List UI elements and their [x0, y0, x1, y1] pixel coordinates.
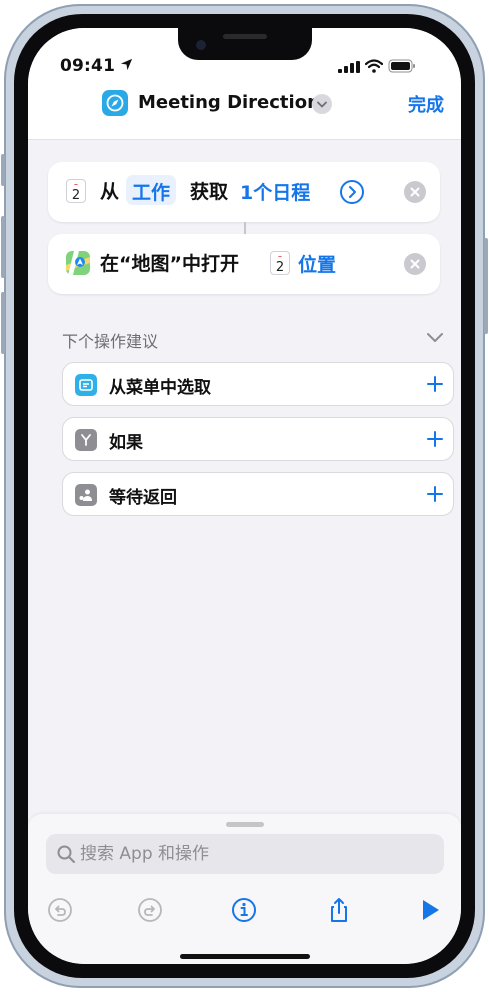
notch — [178, 28, 312, 60]
action-prefix-label: 从 — [100, 181, 120, 203]
info-icon[interactable] — [230, 896, 258, 924]
wifi-icon — [365, 59, 383, 73]
location-token[interactable]: 位置 — [292, 247, 342, 277]
screen: 09:41 Meeting Directions 完成 ━ 2 从 工作 获取 … — [28, 28, 461, 964]
action-open-in-maps[interactable]: 在“地图”中打开 ━ 2 位置 — [48, 234, 440, 294]
suggestions-header: 下个操作建议 — [62, 332, 159, 351]
done-button[interactable]: 完成 — [408, 91, 444, 117]
calendar-source-token[interactable]: 工作 — [126, 175, 177, 205]
shortcut-app-icon[interactable] — [102, 90, 128, 116]
nav-bar: Meeting Directions 完成 — [28, 78, 461, 140]
search-input[interactable] — [80, 842, 430, 866]
chevron-down-icon[interactable] — [312, 94, 332, 114]
cellular-signal-icon — [338, 61, 360, 73]
action-verb-label: 获取 — [190, 181, 229, 203]
search-icon — [57, 845, 75, 863]
play-icon[interactable] — [416, 896, 444, 924]
menu-icon — [75, 374, 97, 396]
mute-switch — [1, 154, 5, 186]
share-icon[interactable] — [325, 896, 353, 924]
earpiece-speaker — [223, 34, 267, 39]
power-button — [484, 238, 488, 334]
remove-action-icon[interactable] — [404, 181, 426, 203]
battery-icon — [388, 59, 415, 73]
open-in-maps-label: 在“地图”中打开 — [100, 253, 239, 275]
chevron-right-circle-icon[interactable] — [339, 179, 365, 205]
volume-down-button — [1, 292, 5, 354]
action-get-calendar-events[interactable]: ━ 2 从 工作 获取 1个日程 — [48, 162, 440, 222]
suggestion-if[interactable]: 如果 — [62, 417, 454, 461]
plus-icon[interactable] — [425, 484, 445, 504]
device-frame: 09:41 Meeting Directions 完成 ━ 2 从 工作 获取 … — [1, 4, 488, 988]
location-arrow-icon — [120, 58, 133, 71]
suggestion-label: 从菜单中选取 — [109, 378, 211, 398]
suggestion-wait-to-return[interactable]: 等待返回 — [62, 472, 454, 516]
maps-icon — [66, 251, 90, 275]
home-indicator — [180, 954, 310, 959]
undo-icon[interactable] — [46, 896, 74, 924]
suggestion-label: 如果 — [109, 433, 143, 453]
chevron-down-icon[interactable] — [426, 330, 444, 344]
suggestion-choose-from-menu[interactable]: 从菜单中选取 — [62, 362, 454, 406]
calendar-icon: ━ 2 — [270, 251, 290, 275]
redo-icon[interactable] — [136, 896, 164, 924]
bezel: 09:41 Meeting Directions 完成 ━ 2 从 工作 获取 … — [14, 14, 475, 978]
status-time: 09:41 — [60, 56, 116, 76]
shortcut-title[interactable]: Meeting Directions — [138, 92, 331, 113]
action-connector — [244, 222, 246, 234]
volume-up-button — [1, 216, 5, 278]
event-count-token[interactable]: 1个日程 — [234, 175, 316, 205]
calendar-icon: ━ 2 — [66, 179, 86, 203]
remove-action-icon[interactable] — [404, 253, 426, 275]
plus-icon[interactable] — [425, 429, 445, 449]
wait-icon — [75, 484, 97, 506]
branch-icon — [75, 429, 97, 451]
editor-toolbar — [28, 892, 461, 932]
action-search-sheet — [28, 814, 461, 964]
suggestion-label: 等待返回 — [109, 488, 177, 508]
search-bar[interactable] — [46, 834, 444, 874]
sheet-grabber[interactable] — [226, 822, 264, 827]
compass-icon — [106, 94, 124, 112]
front-camera — [196, 40, 206, 50]
plus-icon[interactable] — [425, 374, 445, 394]
